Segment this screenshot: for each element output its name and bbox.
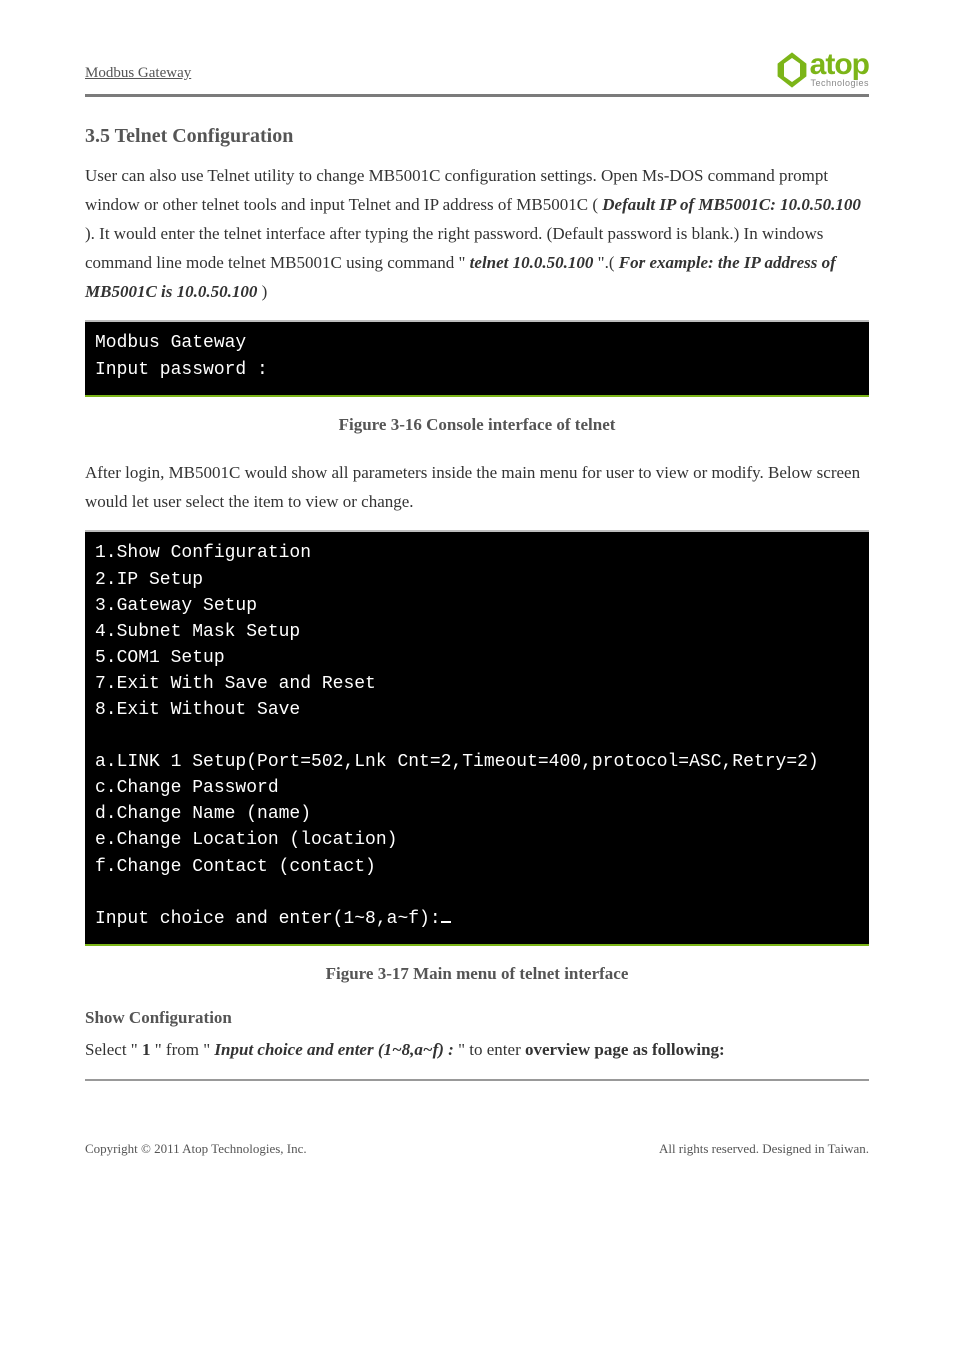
terminal-line: c.Change Password — [95, 778, 279, 798]
text-span: Select " — [85, 1040, 138, 1059]
text-span: ".( — [598, 253, 615, 272]
overview-word: overview page as following: — [525, 1040, 725, 1059]
logo-text-block: atop Technologies — [810, 50, 869, 88]
terminal-line: Input password : — [95, 360, 268, 380]
logo-word: atop — [810, 50, 869, 80]
section-title: 3.5 Telnet Configuration — [85, 125, 869, 148]
intro-paragraph: User can also use Telnet utility to chan… — [85, 162, 869, 306]
terminal-line: a.LINK 1 Setup(Port=502,Lnk Cnt=2,Timeou… — [95, 752, 819, 772]
text-span: " from " — [155, 1040, 210, 1059]
terminal-line: 1.Show Configuration — [95, 543, 311, 563]
terminal-line: 2.IP Setup — [95, 570, 203, 590]
page-footer: Copyright © 2011 Atop Technologies, Inc.… — [85, 1141, 869, 1157]
terminal-line: Modbus Gateway — [95, 333, 246, 353]
telnet-command: telnet 10.0.50.100 — [470, 253, 594, 272]
terminal-prompt-line: Input choice and enter(1~8,a~f): — [95, 909, 441, 929]
logo-subtitle: Technologies — [810, 78, 869, 88]
terminal-line: e.Change Location (location) — [95, 830, 397, 850]
terminal-line: 8.Exit Without Save — [95, 700, 300, 720]
header-left-title: Modbus Gateway — [85, 65, 191, 88]
terminal-line: 3.Gateway Setup — [95, 596, 257, 616]
figure-caption-2: Figure 3-17 Main menu of telnet interfac… — [85, 964, 869, 984]
header-divider — [85, 94, 869, 97]
menu-choice-1: 1 — [142, 1040, 151, 1059]
footer-right: All rights reserved. Designed in Taiwan. — [659, 1141, 869, 1157]
telnet-main-menu-terminal: 1.Show Configuration 2.IP Setup 3.Gatewa… — [85, 530, 869, 945]
brand-logo: atop Technologies — [776, 50, 869, 88]
page-header: Modbus Gateway atop Technologies — [85, 50, 869, 88]
terminal-line: 7.Exit With Save and Reset — [95, 674, 376, 694]
terminal-cursor-icon — [441, 921, 451, 923]
text-span: " to enter — [458, 1040, 521, 1059]
telnet-login-terminal: Modbus Gateway Input password : — [85, 320, 869, 396]
show-config-paragraph: Select " 1 " from " Input choice and ent… — [85, 1036, 869, 1065]
main-menu-paragraph: After login, MB5001C would show all para… — [85, 459, 869, 517]
text-span: ) — [262, 282, 268, 301]
sub-section-title: Show Configuration — [85, 1008, 869, 1028]
terminal-line: f.Change Contact (contact) — [95, 857, 376, 877]
terminal-line: d.Change Name (name) — [95, 804, 311, 824]
figure-caption-1: Figure 3-16 Console interface of telnet — [85, 415, 869, 435]
prompt-text: Input choice and enter (1~8,a~f) : — [214, 1040, 453, 1059]
default-ip-note: Default IP of MB5001C: 10.0.50.100 — [602, 195, 861, 214]
terminal-line: 5.COM1 Setup — [95, 648, 225, 668]
terminal-line: 4.Subnet Mask Setup — [95, 622, 300, 642]
atop-logo-icon — [776, 52, 808, 88]
footer-left: Copyright © 2011 Atop Technologies, Inc. — [85, 1141, 307, 1157]
footer-divider — [85, 1079, 869, 1081]
